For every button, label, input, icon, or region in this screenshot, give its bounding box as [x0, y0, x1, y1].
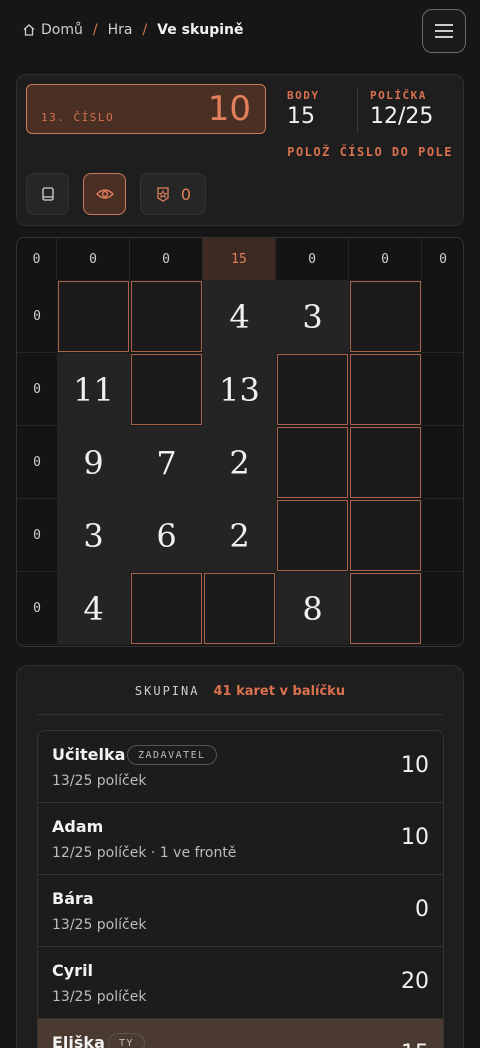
points-stat: BODY 15 — [287, 89, 320, 129]
rules-button[interactable] — [26, 173, 69, 215]
filled-cell: 4 — [203, 280, 276, 353]
empty-cell[interactable] — [130, 572, 203, 645]
empty-cell[interactable] — [130, 280, 203, 353]
current-number-value: 10 — [207, 89, 251, 129]
player-tag: TY — [108, 1033, 146, 1048]
empty-cell[interactable] — [57, 280, 130, 353]
player-row[interactable]: Adam 12/25 políček · 1 ve frontě 10 — [38, 803, 443, 875]
player-name: Eliška — [52, 1033, 105, 1048]
deck-count: 41 karet v balíčku — [213, 683, 346, 699]
player-name: Učitelka — [52, 745, 126, 764]
current-number-label: 13. ČÍSLO — [41, 111, 115, 124]
player-name: Adam — [52, 817, 104, 836]
stars-button[interactable]: 0 — [140, 173, 206, 215]
player-name: Bára — [52, 889, 94, 908]
filled-cell: 2 — [203, 499, 276, 572]
hint-text: POLOŽ ČÍSLO DO POLE — [287, 145, 453, 159]
filled-cell: 8 — [276, 572, 349, 645]
empty-cell[interactable] — [130, 353, 203, 426]
column-sum-2: 0 — [130, 238, 203, 280]
row-sum-1: 0 — [17, 353, 57, 426]
empty-cell[interactable] — [349, 426, 422, 499]
stat-divider — [357, 87, 358, 133]
breadcrumb-current: Ve skupině — [157, 22, 244, 38]
column-sum-5: 0 — [349, 238, 422, 280]
breadcrumb-separator: / — [92, 22, 98, 38]
group-header: SKUPINA 41 karet v balíčku — [17, 666, 463, 716]
column-sum-1: 0 — [57, 238, 130, 280]
empty-cell[interactable] — [203, 572, 276, 645]
menu-icon — [435, 24, 453, 38]
column-sum-0: 0 — [17, 238, 57, 280]
empty-cell[interactable] — [349, 353, 422, 426]
player-progress: 13/25 políček — [52, 917, 147, 933]
row-sum-4: 0 — [17, 572, 57, 645]
filled-cell: 4 — [57, 572, 130, 645]
row-end-4 — [421, 572, 463, 645]
player-score: 10 — [401, 753, 429, 778]
row-end-2 — [421, 426, 463, 499]
group-title: SKUPINA — [134, 684, 200, 698]
row-end-3 — [421, 499, 463, 572]
fields-label: POLÍČKA — [370, 89, 427, 102]
filled-cell: 3 — [276, 280, 349, 353]
column-sum-6: 0 — [422, 238, 463, 280]
fields-value: 12/25 — [370, 104, 434, 129]
row-end-0 — [421, 280, 463, 353]
empty-cell[interactable] — [349, 499, 422, 572]
header: Domů / Hra / Ve skupině — [0, 0, 480, 64]
player-name: Cyril — [52, 961, 94, 980]
filled-cell: 7 — [130, 426, 203, 499]
player-score: 20 — [401, 969, 429, 994]
empty-cell[interactable] — [276, 353, 349, 426]
star-badge-icon — [157, 187, 169, 202]
row-sum-3: 0 — [17, 499, 57, 572]
eye-icon — [95, 189, 114, 199]
column-sum-4: 0 — [276, 238, 349, 280]
player-progress: 13/25 políček — [52, 773, 147, 789]
filled-cell: 6 — [130, 499, 203, 572]
empty-cell[interactable] — [349, 572, 422, 645]
points-value: 15 — [287, 104, 315, 129]
player-row[interactable]: Cyril 13/25 políček 20 — [38, 947, 443, 1019]
row-end-1 — [421, 353, 463, 426]
player-row[interactable]: Bára 13/25 políček 0 — [38, 875, 443, 947]
player-tag: ZADAVATEL — [127, 745, 217, 765]
filled-cell: 13 — [203, 353, 276, 426]
filled-cell: 2 — [203, 426, 276, 499]
group-panel: SKUPINA 41 karet v balíčku Učitelka ZADAV… — [16, 665, 464, 1048]
breadcrumb-separator: / — [142, 22, 148, 38]
player-score: 15 — [401, 1041, 429, 1048]
row-sum-0: 0 — [17, 280, 57, 353]
breadcrumb-game[interactable]: Hra — [108, 22, 133, 38]
player-progress: 13/25 políček — [52, 989, 147, 1005]
home-icon — [23, 24, 35, 36]
player-score: 10 — [401, 825, 429, 850]
empty-cell[interactable] — [276, 426, 349, 499]
group-divider — [37, 714, 443, 715]
status-card: 13. ČÍSLO 10 BODY 15 POLÍČKA 12/25 POLOŽ… — [16, 74, 464, 226]
empty-cell[interactable] — [276, 499, 349, 572]
filled-cell: 11 — [57, 353, 130, 426]
player-row[interactable]: EliškaTY12/25 políček15 — [38, 1019, 443, 1048]
book-icon — [41, 187, 54, 201]
current-number-box: 13. ČÍSLO 10 — [26, 84, 266, 134]
player-row[interactable]: Učitelka ZADAVATEL 13/25 políček 10 — [38, 731, 443, 803]
filled-cell: 3 — [57, 499, 130, 572]
points-label: BODY — [287, 89, 320, 102]
stars-count: 0 — [180, 184, 192, 204]
player-progress: 12/25 políček · 1 ve frontě — [52, 845, 237, 861]
breadcrumb: Domů / Hra / Ve skupině — [22, 22, 244, 38]
menu-button[interactable] — [422, 9, 466, 53]
player-score: 0 — [415, 897, 429, 922]
view-toggle-button[interactable] — [83, 173, 126, 215]
player-list: Učitelka ZADAVATEL 13/25 políček 10 Adam 12/2… — [37, 730, 444, 1048]
filled-cell: 9 — [57, 426, 130, 499]
row-sum-2: 0 — [17, 426, 57, 499]
game-board: 0 0 0 15 0 0 0 0 0 0 0 0 4 3 11 13 9 7 2 3 6 2 4 8 — [16, 237, 464, 647]
column-sum-3: 15 — [203, 238, 276, 280]
breadcrumb-home[interactable]: Domů — [41, 22, 83, 38]
fields-stat: POLÍČKA 12/25 — [370, 89, 433, 129]
empty-cell[interactable] — [349, 280, 422, 353]
